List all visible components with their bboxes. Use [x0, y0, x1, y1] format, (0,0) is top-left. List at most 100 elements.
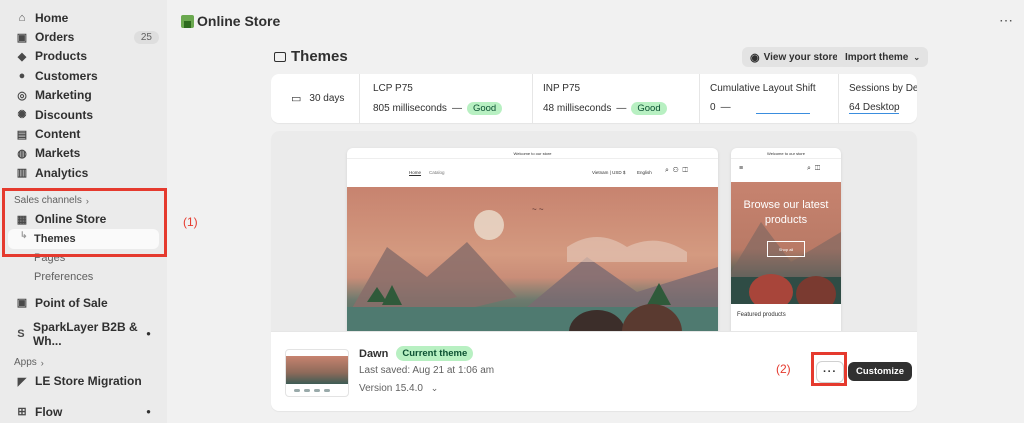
- lcp-label: LCP P75: [373, 83, 413, 94]
- inp-value-row: 48 milliseconds — Good: [543, 102, 689, 115]
- sidebar-item-label: Marketing: [35, 88, 92, 103]
- sidebar-item-flow[interactable]: ⊞ Flow ●: [8, 402, 159, 421]
- chevron-down-icon: ⌄: [430, 383, 439, 393]
- sidebar-item-orders[interactable]: ▣ Orders 25: [8, 27, 159, 46]
- page-header-title: Online Store: [197, 13, 281, 29]
- preview-icons: ⌕⚇◫: [665, 167, 692, 174]
- thumbnail-image: [286, 356, 348, 384]
- dash-icon: —: [451, 103, 462, 114]
- preview-announcement: Welcome to our store: [731, 148, 841, 159]
- desktop-hero-image: ~ ~: [347, 187, 718, 331]
- sidebar-item-label: Home: [35, 10, 69, 25]
- sidebar-item-label: Point of Sale: [35, 295, 108, 310]
- sidebar-item-point-of-sale[interactable]: ▣ Point of Sale: [8, 293, 159, 312]
- preview-currency: Vietnam | USD $: [592, 170, 626, 175]
- preview-header: Home Catalog Vietnam | USD $ English ⌕⚇◫: [347, 159, 718, 187]
- home-icon: ⌂: [18, 11, 26, 24]
- customize-label: Customize: [856, 366, 905, 377]
- sidebar-item-label: Flow: [35, 404, 63, 419]
- pin-dot-icon: ●: [146, 329, 151, 339]
- swatch: [294, 389, 300, 392]
- globe-icon: ◍: [17, 147, 27, 160]
- current-theme-badge: Current theme: [396, 346, 474, 361]
- lcp-metric[interactable]: LCP P75 805 milliseconds — Good: [360, 74, 533, 123]
- orders-count-badge: 25: [133, 30, 159, 44]
- desktop-preview: Welcome to our store Home Catalog Vietna…: [347, 148, 718, 331]
- annotation-label-2: (2): [776, 362, 791, 376]
- discount-icon: ✺: [17, 109, 27, 122]
- target-icon: ◎: [17, 89, 27, 102]
- chevron-down-icon: ⌄: [913, 52, 921, 62]
- online-store-icon: [181, 14, 194, 28]
- more-options-icon[interactable]: ⋯: [999, 12, 1014, 29]
- apps-label[interactable]: Apps ›: [8, 354, 159, 372]
- page-title-text: Themes: [291, 48, 348, 65]
- swatch: [314, 389, 320, 392]
- import-theme-button[interactable]: Import theme ⌄: [837, 47, 929, 67]
- cls-value: 0: [710, 102, 716, 113]
- person-icon: ●: [18, 69, 26, 82]
- lcp-value: 805 milliseconds: [373, 103, 447, 114]
- top-bar: Online Store ⋯: [167, 0, 1024, 42]
- sidebar-item-products[interactable]: ◆ Products: [8, 47, 159, 66]
- sidebar-item-customers[interactable]: ● Customers: [8, 66, 159, 85]
- inp-value: 48 milliseconds: [543, 103, 612, 114]
- last-saved-text: Last saved: Aug 21 at 1:06 am: [359, 365, 495, 376]
- mobile-featured-heading: Featured products: [737, 312, 786, 318]
- sessions-underline: [849, 112, 899, 114]
- sidebar-item-sparklayer[interactable]: S SparkLayer B2B & Wh... ●: [8, 320, 159, 348]
- annotation-label-1: (1): [183, 215, 198, 229]
- view-store-label: View your store: [763, 51, 838, 63]
- inp-metric[interactable]: INP P75 48 milliseconds — Good: [533, 74, 700, 123]
- svg-text:~ ~: ~ ~: [532, 205, 544, 214]
- cls-value-row: 0 —: [710, 102, 828, 113]
- swatch: [324, 389, 330, 392]
- sidebar-item-label: Orders: [35, 30, 75, 45]
- sidebar-item-home[interactable]: ⌂ Home: [8, 8, 159, 27]
- lcp-status-badge: Good: [466, 102, 503, 115]
- dash-icon: —: [616, 103, 627, 114]
- sidebar-item-markets[interactable]: ◍ Markets: [8, 144, 159, 163]
- pin-dot-icon: ●: [146, 407, 151, 417]
- sparklayer-icon: S: [17, 327, 25, 340]
- apps-text: Apps: [14, 357, 37, 369]
- swatch: [304, 389, 310, 392]
- sidebar-item-label: Products: [35, 49, 88, 64]
- sidebar-item-label: LE Store Migration: [35, 374, 142, 389]
- performance-metrics: ▭ 30 days LCP P75 805 milliseconds — Goo…: [271, 74, 917, 123]
- sidebar-item-label: SparkLayer B2B & Wh...: [32, 320, 138, 348]
- customize-button[interactable]: Customize: [848, 362, 913, 381]
- sidebar-item-label: Content: [35, 127, 81, 142]
- preview-nav-catalog: Catalog: [429, 170, 445, 175]
- theme-name: Dawn: [359, 347, 389, 360]
- mobile-shop-all-button: Shop all: [767, 241, 805, 257]
- date-range-selector[interactable]: ▭ 30 days: [271, 74, 360, 123]
- theme-preview[interactable]: Welcome to our store Home Catalog Vietna…: [271, 131, 917, 331]
- tag-icon: ◆: [17, 50, 27, 63]
- sidebar-item-preferences[interactable]: Preferences: [8, 268, 159, 287]
- inp-label: INP P75: [543, 83, 581, 94]
- sidebar-item-label: Markets: [35, 146, 81, 161]
- sessions-metric[interactable]: Sessions by De 64 Desktop: [839, 74, 917, 123]
- pos-icon: ▣: [16, 297, 28, 310]
- view-store-button[interactable]: ◉ View your store: [742, 47, 846, 67]
- sidebar-item-le-store-migration[interactable]: ◤ LE Store Migration: [8, 372, 159, 391]
- cls-label: Cumulative Layout Shift: [710, 83, 816, 94]
- sessions-value: 64 Desktop: [849, 102, 900, 113]
- version-text: Version 15.4.0: [359, 383, 423, 394]
- theme-name-row: Dawn Current theme: [359, 346, 474, 361]
- version-toggle[interactable]: Version 15.4.0 ⌄: [359, 383, 438, 394]
- annotation-box-1: [2, 188, 167, 257]
- preview-nav-home: Home: [409, 170, 422, 175]
- sidebar-item-content[interactable]: ▤ Content: [8, 124, 159, 143]
- themes-icon: [274, 51, 286, 62]
- cls-metric[interactable]: Cumulative Layout Shift 0 —: [700, 74, 839, 123]
- import-theme-label: Import theme: [845, 51, 909, 63]
- sidebar-item-analytics[interactable]: ▥ Analytics: [8, 163, 159, 182]
- sidebar-item-discounts[interactable]: ✺ Discounts: [8, 105, 159, 124]
- mobile-preview: Welcome to our store ≡ ⌕◫ Browse our lat…: [731, 148, 841, 331]
- flow-icon: ⊞: [17, 406, 27, 419]
- thumbnail-swatches: [294, 389, 330, 392]
- sidebar-item-marketing[interactable]: ◎ Marketing: [8, 86, 159, 105]
- eye-icon: ◉: [750, 51, 760, 64]
